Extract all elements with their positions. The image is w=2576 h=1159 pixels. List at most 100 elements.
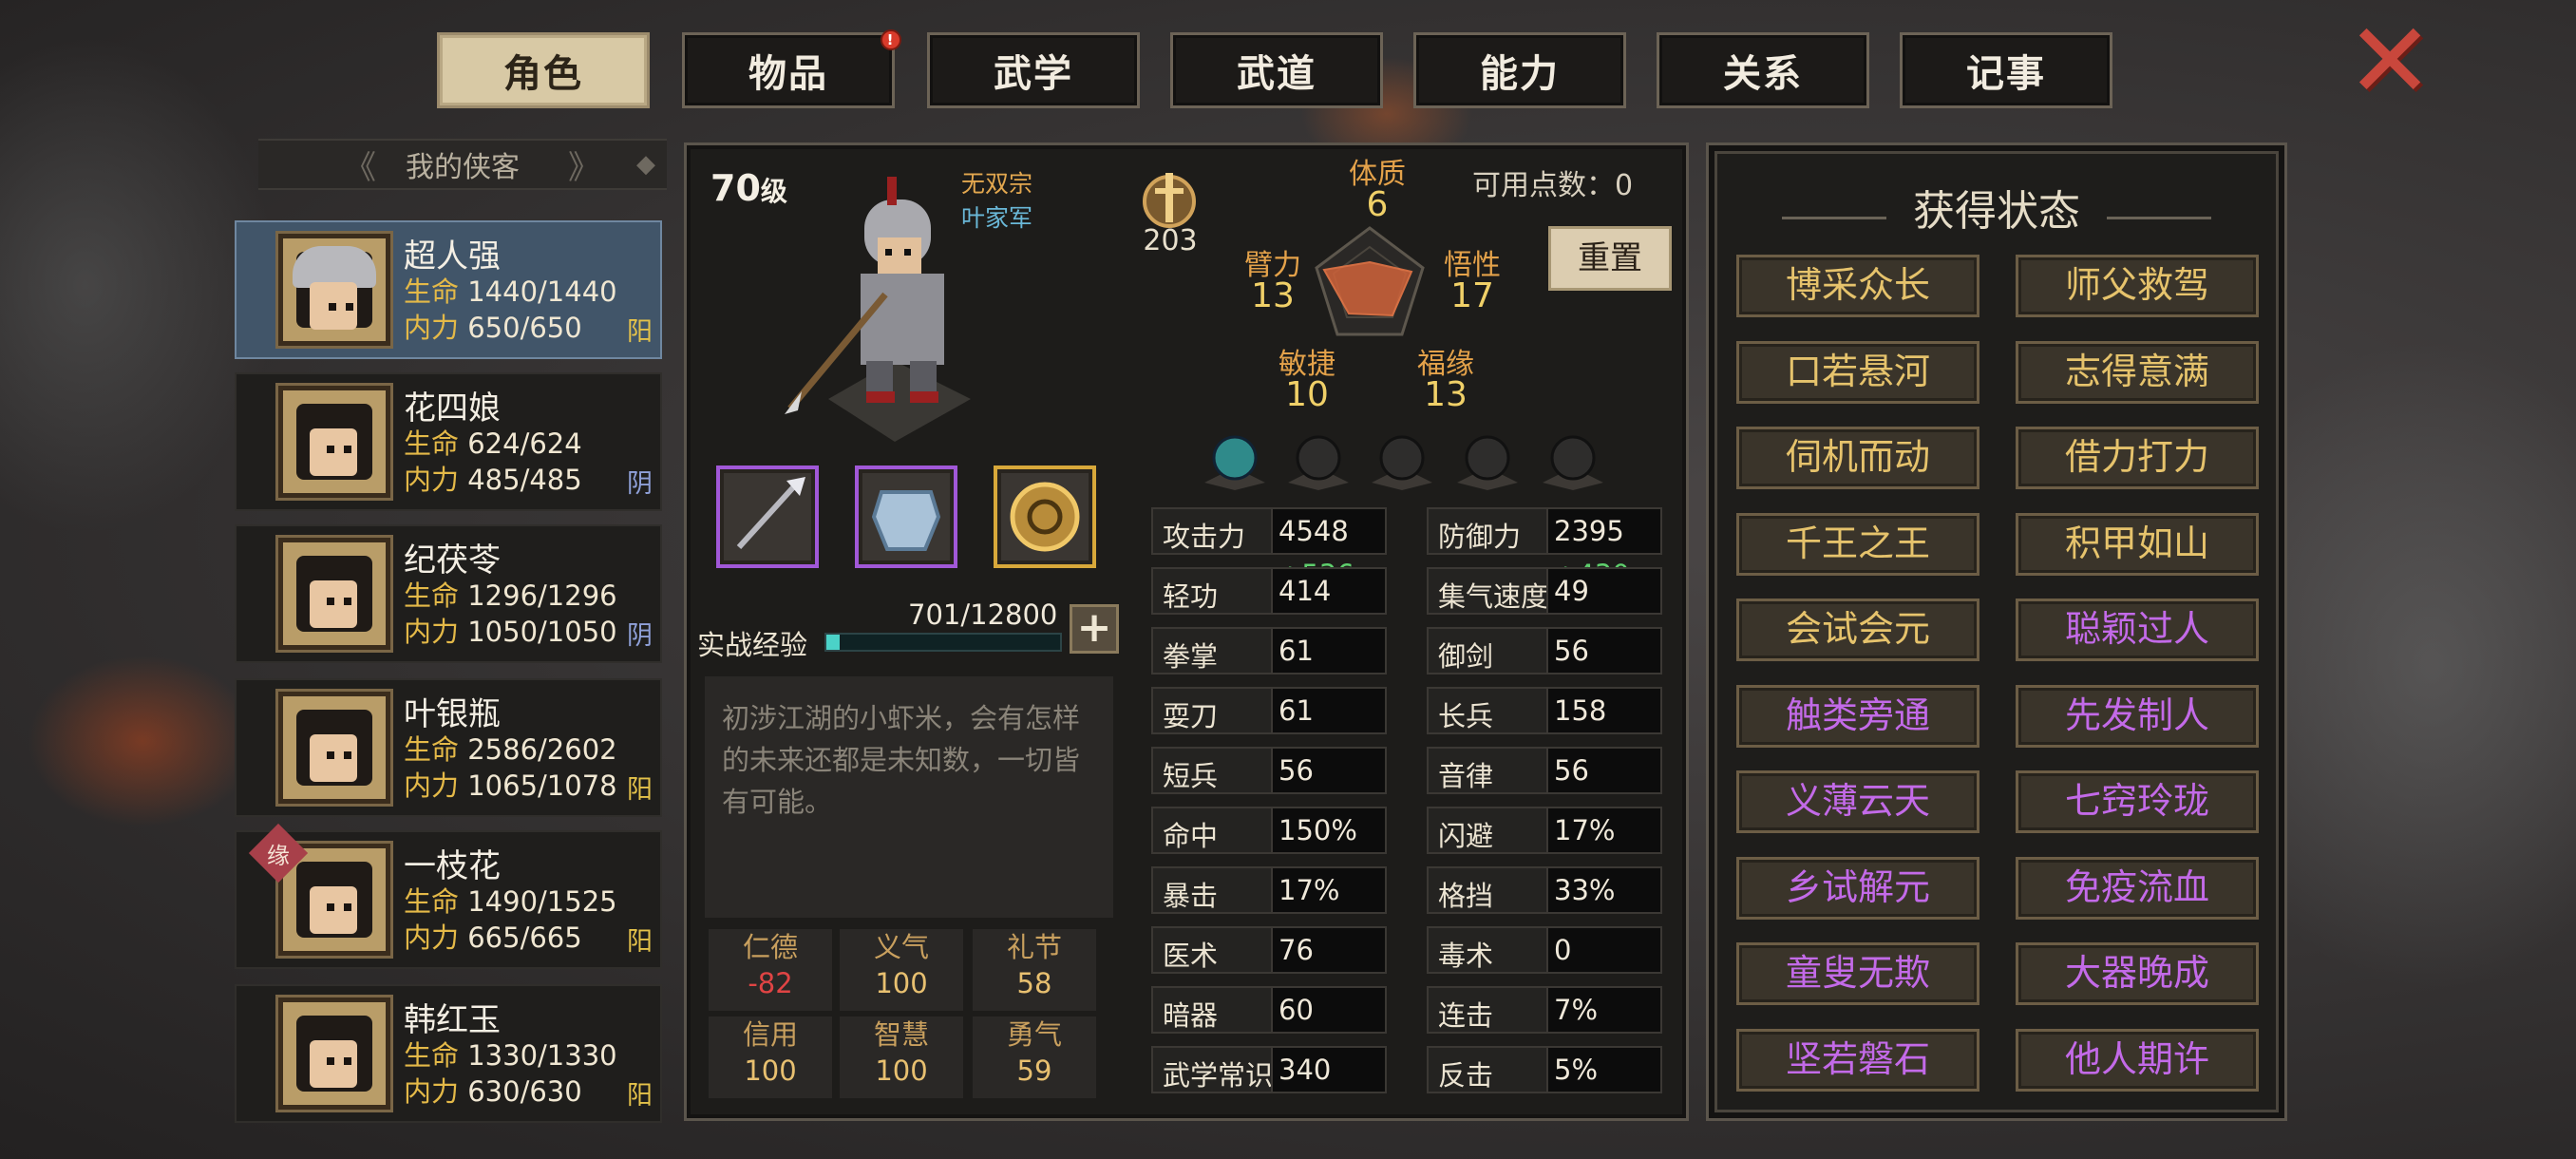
tab-label: 武道	[1237, 52, 1316, 96]
exp-fill	[826, 635, 840, 650]
hp-line: 生命 624/624	[404, 428, 582, 460]
stat-label: 暴击	[1163, 880, 1219, 912]
stat-label: 轻功	[1163, 580, 1219, 613]
mp-line: 内力 665/665	[404, 922, 582, 954]
avatar	[278, 692, 390, 804]
stat-number: 0	[1554, 934, 1572, 966]
attr-constitution: 体质 6	[1349, 158, 1406, 224]
tab-label: 武学	[994, 52, 1073, 96]
status-trait[interactable]: 童叟无欺	[1736, 942, 1979, 1005]
tab-relations[interactable]: 关系	[1657, 32, 1869, 108]
status-trait[interactable]: 志得意满	[2016, 340, 2259, 404]
armor-icon	[871, 490, 941, 551]
status-trait[interactable]: 免疫流血	[2016, 856, 2259, 920]
hp-line: 生命 1440/1440	[404, 276, 617, 308]
status-trait[interactable]: 会试会元	[1736, 598, 1979, 661]
stat-label: 反击	[1438, 1059, 1494, 1092]
stat-value: 56	[1546, 629, 1660, 673]
chevron-left-icon: 《	[344, 148, 376, 187]
stat-row: 毒术 0	[1427, 926, 1662, 974]
exp-value: 701/12800	[908, 598, 1058, 631]
stat-value: 4548 +536	[1271, 509, 1385, 591]
armor-slot[interactable]	[855, 466, 957, 568]
tab-character[interactable]: 角色	[437, 32, 650, 108]
attr-strength: 臂力 13	[1244, 249, 1301, 315]
character-card[interactable]: 纪茯苓 生命 1296/1296 内力 1050/1050 阴	[235, 524, 662, 663]
stat-label: 音律	[1438, 760, 1494, 792]
tab-label: 记事	[1966, 52, 2046, 96]
tab-martial-way[interactable]: 武道	[1170, 32, 1383, 108]
stat-label: 暗器	[1163, 999, 1219, 1032]
stat-number: 414	[1279, 575, 1332, 607]
medallion-icon	[1010, 482, 1080, 552]
stat-row: 暗器 60	[1151, 986, 1387, 1034]
stat-label: 拳掌	[1163, 640, 1219, 673]
tab-label: 物品	[748, 52, 828, 96]
stat-row: 耍刀 61	[1151, 687, 1387, 734]
stat-number: 49	[1554, 575, 1589, 607]
stat-row: 长兵 158	[1427, 687, 1662, 734]
stat-number: 150%	[1279, 814, 1357, 846]
status-trait[interactable]: 他人期许	[2016, 1028, 2259, 1092]
tab-items[interactable]: 物品!	[682, 29, 901, 108]
notification-badge: !	[881, 29, 901, 50]
status-trait[interactable]: 千王之王	[1736, 512, 1979, 576]
character-card[interactable]: 花四娘 生命 624/624 内力 485/485 阴	[235, 372, 662, 511]
attr-comprehension: 悟性 17	[1444, 249, 1501, 315]
status-trait[interactable]: 伺机而动	[1736, 427, 1979, 489]
stat-number: 33%	[1554, 874, 1616, 906]
character-card[interactable]: 缘 一枝花 生命 1490/1525 内力 665/665 阳	[235, 823, 662, 969]
status-trait[interactable]: 乡试解元	[1736, 856, 1979, 920]
yinyang-label: 阴	[627, 621, 653, 651]
character-card[interactable]: 超人强 生命 1440/1440 内力 650/650 阳	[235, 220, 662, 359]
weapon-slot[interactable]	[716, 466, 819, 568]
status-trait[interactable]: 口若悬河	[1736, 340, 1979, 404]
status-trait[interactable]: 坚若磐石	[1736, 1028, 1979, 1092]
orb-slot-teal-icon	[1204, 435, 1265, 490]
status-trait[interactable]: 触类旁通	[1736, 684, 1979, 748]
tab-martial-arts[interactable]: 武学	[927, 32, 1140, 108]
tab-journal[interactable]: 记事	[1900, 32, 2112, 108]
character-description: 初涉江湖的小虾米，会有怎样的未来还都是未知数，一切皆有可能。	[705, 676, 1113, 918]
diamond-icon: ◆	[636, 150, 655, 179]
stat-value: 340	[1271, 1048, 1385, 1092]
hp-line: 生命 1330/1330	[404, 1039, 617, 1072]
status-trait[interactable]: 义薄云天	[1736, 770, 1979, 833]
stat-label: 武学常识	[1163, 1059, 1274, 1092]
status-trait[interactable]: 先发制人	[2016, 684, 2259, 748]
hp-line: 生命 1490/1525	[404, 885, 617, 918]
stat-row: 暴击 17%	[1151, 866, 1387, 914]
stat-row: 反击 5%	[1427, 1046, 1662, 1093]
status-trait[interactable]: 七窍玲珑	[2016, 770, 2259, 833]
character-card[interactable]: 韩红玉 生命 1330/1330 内力 630/630 阳	[235, 984, 662, 1123]
stat-number: 60	[1279, 994, 1314, 1026]
status-trait[interactable]: 大器晚成	[2016, 942, 2259, 1005]
stat-value: 158	[1546, 689, 1660, 732]
stat-value: 61	[1271, 689, 1385, 732]
status-trait[interactable]: 积甲如山	[2016, 512, 2259, 576]
character-card[interactable]: 叶银瓶 生命 2586/2602 内力 1065/1078 阳	[235, 678, 662, 817]
stat-label: 闪避	[1438, 820, 1494, 852]
orb-slot-empty-icon	[1543, 435, 1603, 490]
tab-abilities[interactable]: 能力	[1413, 32, 1626, 108]
stat-row: 集气速度 49	[1427, 567, 1662, 615]
stat-value: 49	[1546, 569, 1660, 613]
status-trait[interactable]: 聪颖过人	[2016, 598, 2259, 661]
status-trait[interactable]: 博采众长	[1736, 255, 1979, 317]
avatar	[278, 538, 390, 650]
stat-label: 耍刀	[1163, 700, 1219, 732]
stat-label: 医术	[1163, 940, 1219, 972]
close-icon[interactable]: ✕	[2346, 9, 2434, 113]
stat-value: 0	[1546, 928, 1660, 972]
add-exp-button[interactable]: +	[1070, 604, 1119, 654]
avatar	[278, 998, 390, 1110]
stat-label: 御剑	[1438, 640, 1494, 673]
reset-button[interactable]: 重置	[1548, 226, 1672, 291]
hp-line: 生命 2586/2602	[404, 733, 617, 766]
stat-label: 毒术	[1438, 940, 1494, 972]
yinyang-label: 阳	[627, 927, 653, 957]
stat-value: 56	[1271, 749, 1385, 792]
accessory-slot[interactable]	[994, 466, 1096, 568]
status-trait[interactable]: 师父救驾	[2016, 255, 2259, 317]
status-trait[interactable]: 借力打力	[2016, 427, 2259, 489]
